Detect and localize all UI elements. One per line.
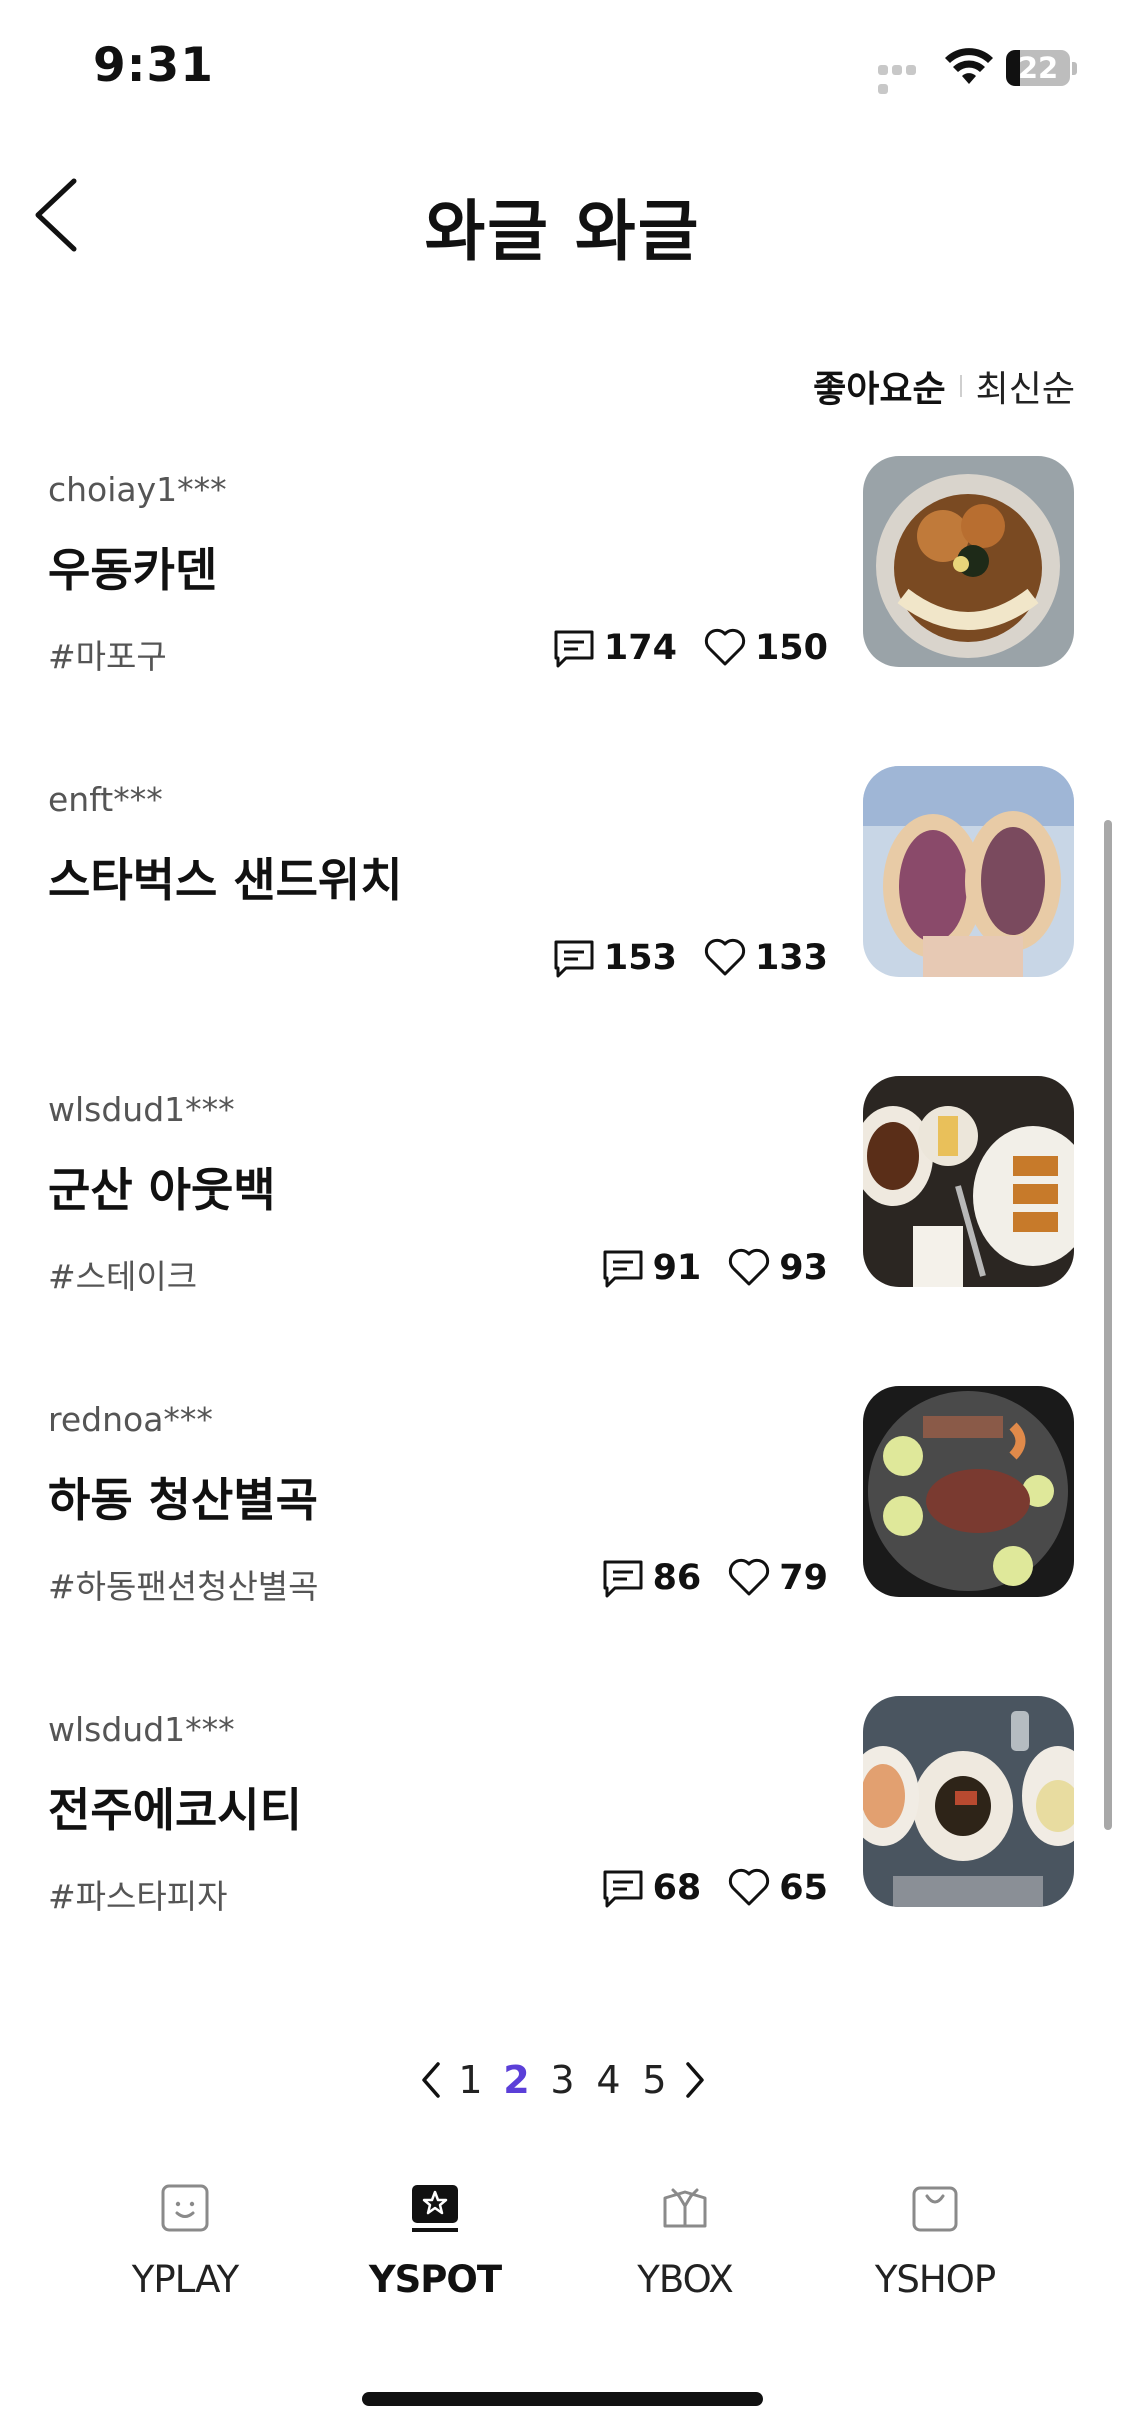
- post-tag[interactable]: #하동팬션청산별곡: [48, 1560, 319, 1608]
- post-stats: 91 93: [601, 1246, 828, 1290]
- cellular-signal-icon: [878, 60, 933, 94]
- battery-icon: 22: [1006, 50, 1078, 88]
- post-item[interactable]: enft*** 스타벅스 샌드위치 153 133: [0, 760, 1125, 990]
- battery-level: 22: [1017, 51, 1059, 85]
- sort-option-likes[interactable]: 좋아요순: [813, 360, 945, 412]
- post-tag[interactable]: #마포구: [48, 630, 167, 678]
- post-thumbnail[interactable]: [863, 1696, 1074, 1907]
- post-title: 전주에코시티: [48, 1783, 302, 1837]
- heart-icon[interactable]: [727, 1556, 771, 1600]
- gift-box-icon: [663, 2188, 707, 2228]
- comment-icon: [554, 940, 594, 978]
- pagination: 1 2 3 4 5: [0, 2058, 1125, 2102]
- post-item[interactable]: wlsdud1*** 군산 아웃백 #스테이크 91 93: [0, 1070, 1125, 1300]
- comment-count: 91: [652, 1248, 702, 1288]
- wifi-icon: [945, 48, 993, 84]
- like-count: 93: [779, 1248, 828, 1288]
- sort-bar: 좋아요순 최신순: [813, 360, 1075, 412]
- comment-count: 68: [652, 1868, 702, 1908]
- star-box-icon: [412, 2185, 458, 2232]
- page-title: 와글 와글: [424, 193, 701, 270]
- post-title: 군산 아웃백: [48, 1163, 276, 1217]
- post-thumbnail[interactable]: [863, 1076, 1074, 1287]
- post-title: 스타벅스 샌드위치: [48, 853, 403, 907]
- comment-count: 174: [603, 628, 677, 668]
- heart-icon[interactable]: [727, 1246, 771, 1290]
- tab-ybox[interactable]: YBOX: [560, 2170, 810, 2330]
- comment-icon: [603, 1870, 643, 1908]
- post-title: 하동 청산별곡: [48, 1473, 318, 1527]
- post-stats: 153 133: [552, 936, 828, 980]
- tab-label: YSPOT: [368, 2258, 502, 2301]
- scrollbar[interactable]: [1104, 820, 1112, 1830]
- post-author: rednoa***: [48, 1400, 213, 1439]
- tab-yspot[interactable]: YSPOT: [310, 2170, 560, 2330]
- post-thumbnail[interactable]: [863, 1386, 1074, 1597]
- comment-count: 86: [652, 1558, 702, 1598]
- comment-icon: [603, 1560, 643, 1598]
- post-stats: 68 65: [601, 1866, 828, 1910]
- like-count: 133: [754, 938, 828, 978]
- sort-option-latest[interactable]: 최신순: [976, 360, 1075, 412]
- post-item[interactable]: choiay1*** 우동카덴 #마포구 174 150: [0, 450, 1125, 680]
- tab-label: YBOX: [637, 2258, 733, 2301]
- smile-icon: [161, 2184, 209, 2232]
- shopping-bag-icon: [912, 2186, 958, 2232]
- heart-icon[interactable]: [703, 936, 747, 980]
- tab-label: YPLAY: [131, 2258, 239, 2301]
- post-title: 우동카덴: [48, 543, 218, 597]
- post-thumbnail[interactable]: [863, 456, 1074, 667]
- tab-yplay[interactable]: YPLAY: [60, 2170, 310, 2330]
- post-author: wlsdud1***: [48, 1090, 235, 1129]
- like-count: 150: [754, 628, 828, 668]
- post-author: choiay1***: [48, 470, 227, 509]
- page-1[interactable]: 1: [448, 2058, 494, 2102]
- nav-header: 와글 와글: [0, 150, 1125, 280]
- heart-icon[interactable]: [727, 1866, 771, 1910]
- post-stats: 174 150: [552, 626, 828, 670]
- post-item[interactable]: rednoa*** 하동 청산별곡 #하동팬션청산별곡 86 79: [0, 1380, 1125, 1610]
- page-4[interactable]: 4: [586, 2058, 632, 2102]
- page-3[interactable]: 3: [540, 2058, 586, 2102]
- page-2-current[interactable]: 2: [494, 2058, 540, 2102]
- tab-label: YSHOP: [874, 2258, 996, 2301]
- comment-count: 153: [603, 938, 677, 978]
- page-5[interactable]: 5: [632, 2058, 678, 2102]
- post-author: wlsdud1***: [48, 1710, 235, 1749]
- heart-icon[interactable]: [703, 626, 747, 670]
- post-author: enft***: [48, 780, 163, 819]
- prev-page-icon[interactable]: [414, 2058, 448, 2102]
- post-item[interactable]: wlsdud1*** 전주에코시티 #파스타피자 68 65: [0, 1690, 1125, 1920]
- home-indicator: [362, 2392, 763, 2406]
- sort-divider: [959, 375, 962, 397]
- status-time: 9:31: [93, 38, 214, 93]
- like-count: 65: [779, 1868, 828, 1908]
- post-thumbnail[interactable]: [863, 766, 1074, 977]
- comment-icon: [554, 630, 594, 668]
- bottom-tab-bar: YPLAY YSPOT YBOX YSHOP: [0, 2170, 1125, 2330]
- like-count: 79: [779, 1558, 828, 1598]
- post-tag[interactable]: #스테이크: [48, 1250, 197, 1298]
- post-tag[interactable]: #파스타피자: [48, 1870, 227, 1918]
- post-stats: 86 79: [601, 1556, 828, 1600]
- next-page-icon[interactable]: [678, 2058, 712, 2102]
- comment-icon: [603, 1250, 643, 1288]
- tab-yshop[interactable]: YSHOP: [810, 2170, 1060, 2330]
- status-bar: 9:31 22: [0, 0, 1125, 140]
